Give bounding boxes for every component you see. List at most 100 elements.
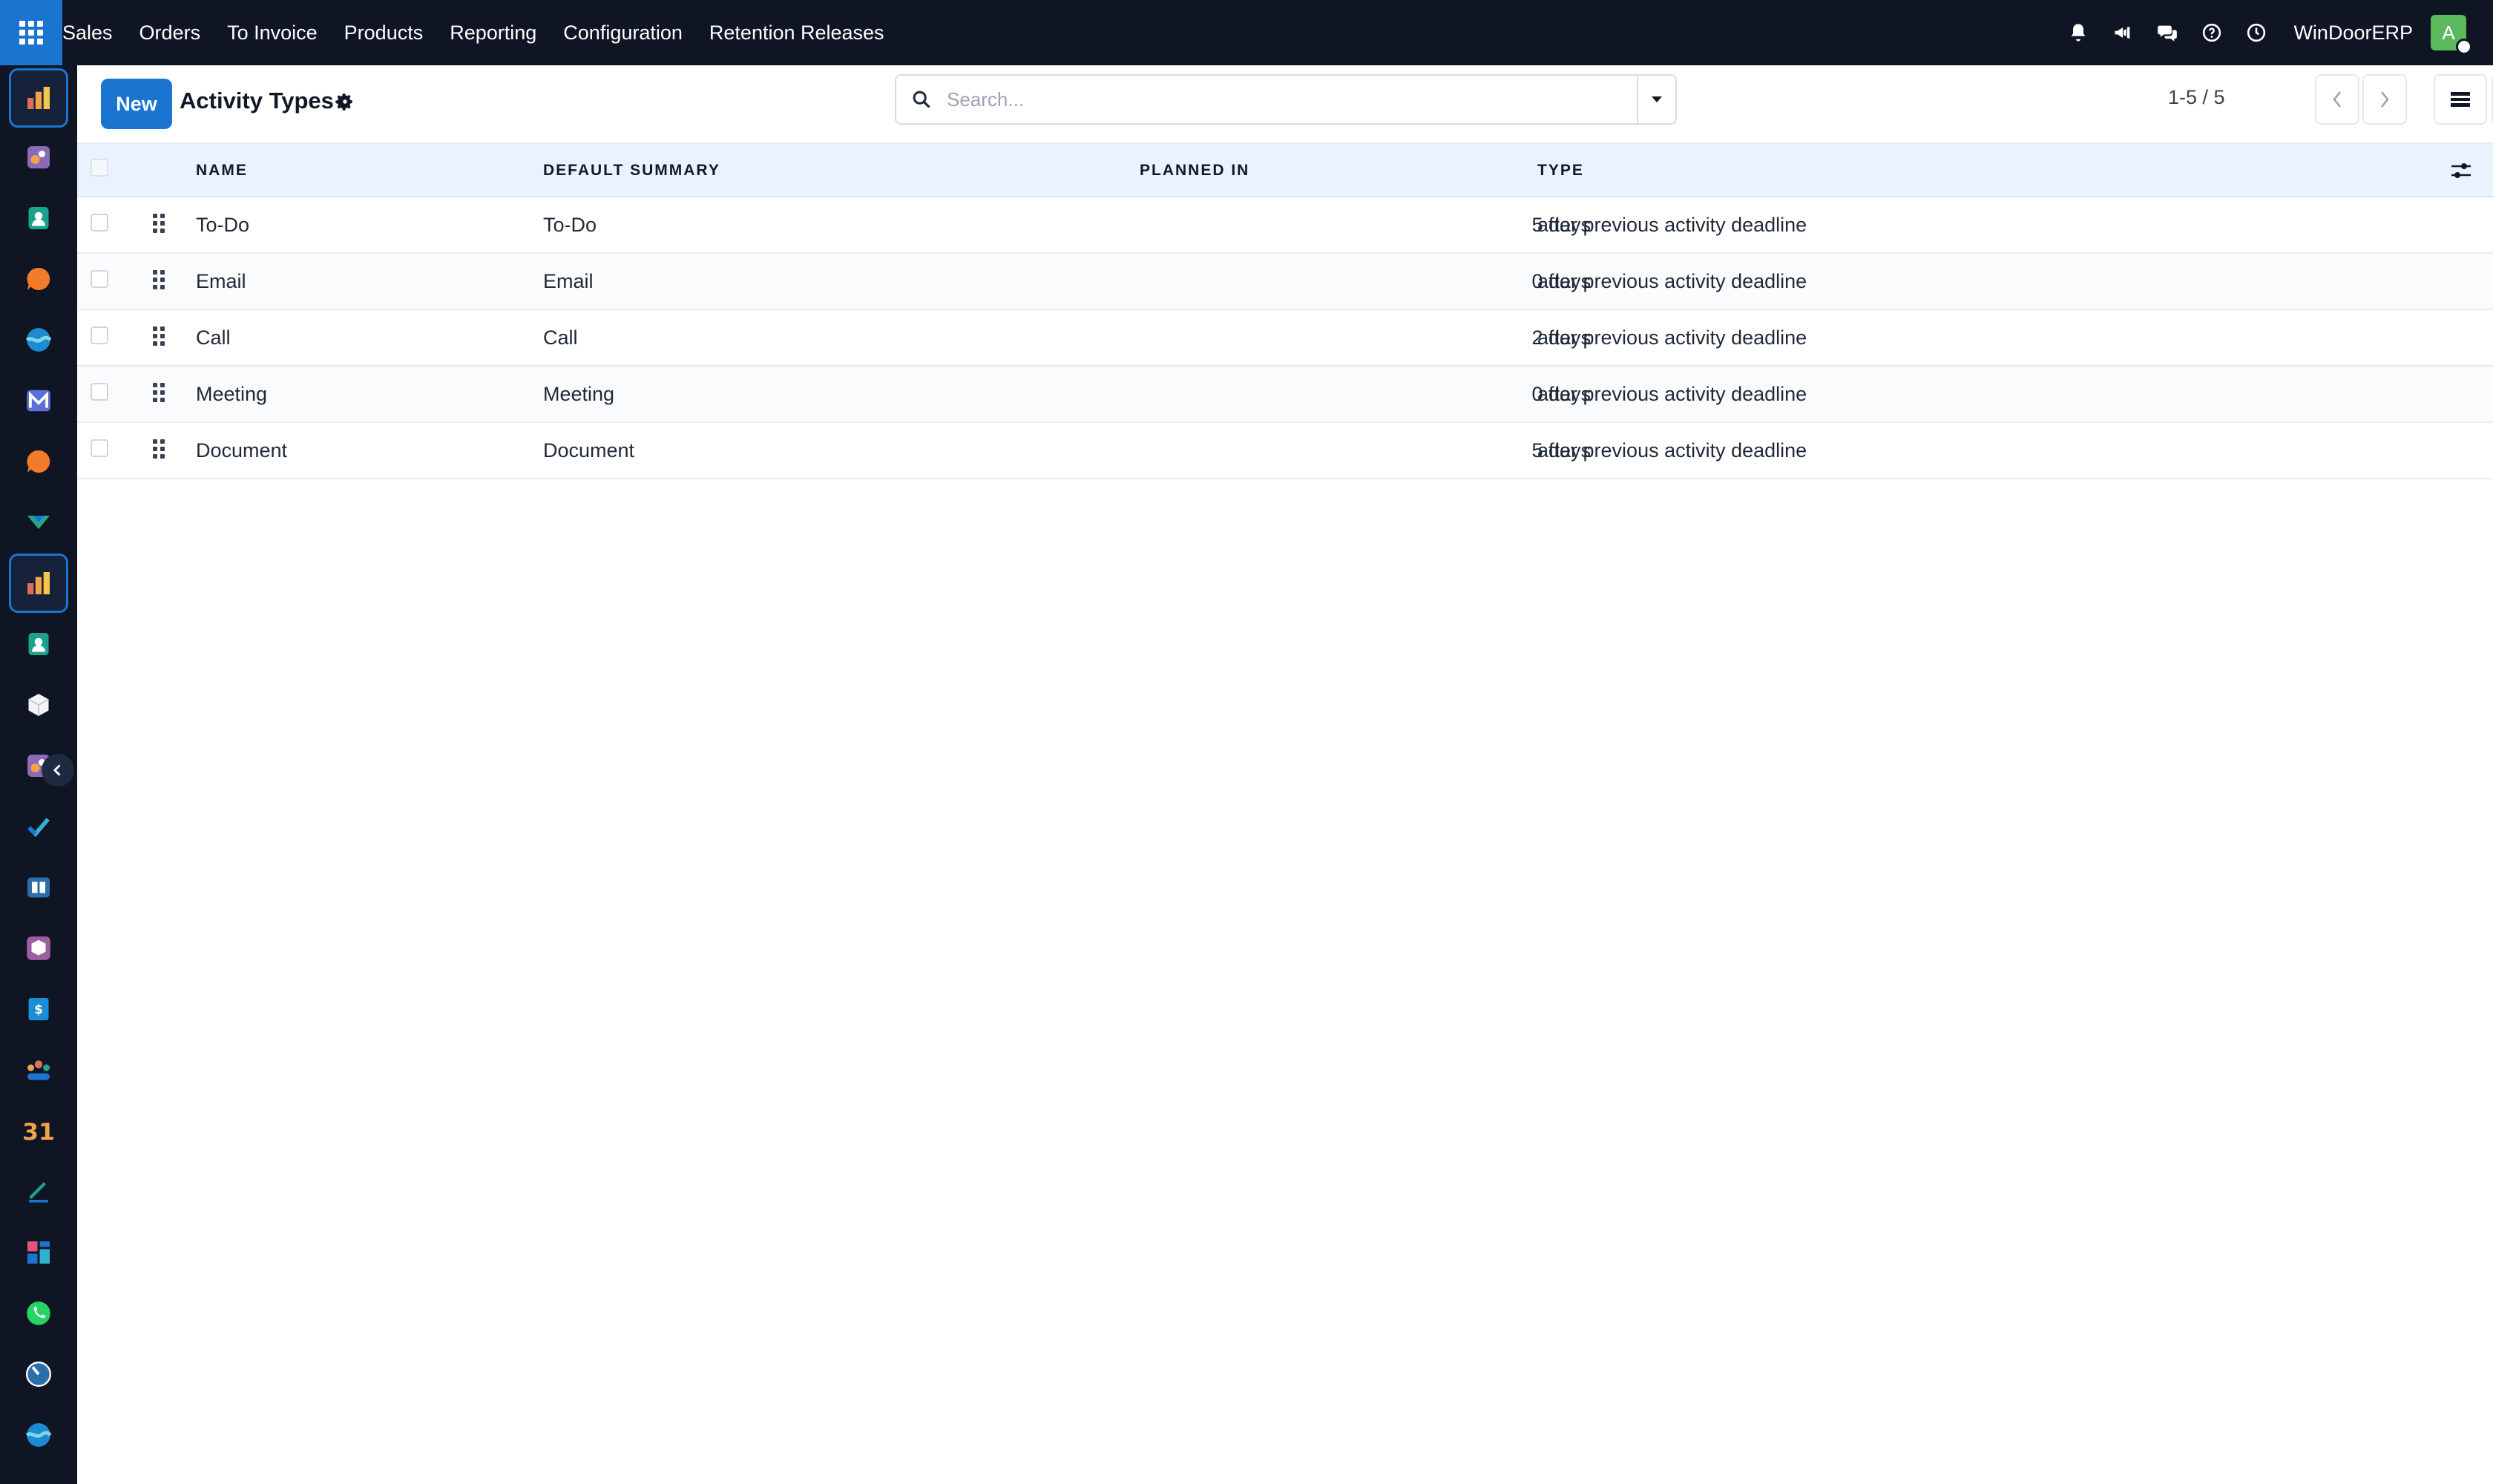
rail-timesheets-app[interactable] — [9, 1345, 68, 1404]
cell-type: after previous activity deadline — [1537, 270, 1807, 292]
cell-name: Meeting — [196, 383, 268, 405]
menu-orders[interactable]: Orders — [126, 0, 214, 65]
search-bar — [895, 74, 1677, 125]
list-view-button[interactable] — [2434, 74, 2487, 125]
cell-default-summary: Document — [543, 439, 635, 462]
select-all-checkbox[interactable] — [91, 159, 108, 177]
drag-handle-icon[interactable] — [153, 383, 165, 402]
website-icon — [25, 1423, 52, 1447]
menu-sales[interactable]: Sales — [62, 0, 126, 65]
discuss-icon — [27, 267, 50, 290]
cell-name: Email — [196, 270, 246, 292]
cell-type: after previous activity deadline — [1537, 326, 1807, 349]
cell-name: Document — [196, 439, 288, 462]
menu-products[interactable]: Products — [331, 0, 437, 65]
new-button[interactable]: New — [101, 79, 172, 129]
table-row[interactable]: Call Call 2 days after previous activity… — [77, 310, 2493, 367]
menu-configuration[interactable]: Configuration — [550, 0, 696, 65]
drag-handle-icon[interactable] — [153, 214, 165, 233]
gear-icon[interactable] — [335, 92, 355, 115]
column-header-type[interactable]: TYPE — [1537, 162, 1584, 180]
cell-default-summary: To-Do — [543, 214, 597, 236]
megaphone-icon[interactable] — [2106, 16, 2139, 49]
team-icon — [27, 1060, 50, 1080]
caret-down-icon — [1652, 96, 1662, 102]
rail-inventory-app[interactable] — [9, 675, 68, 735]
list-icon — [2451, 92, 2470, 107]
rail-email-marketing-app[interactable] — [9, 371, 68, 430]
rail-website-builder-app[interactable] — [9, 1405, 68, 1465]
cell-default-summary: Email — [543, 270, 594, 292]
cube-icon — [27, 694, 50, 716]
rail-team-app[interactable] — [9, 1040, 68, 1100]
bell-icon[interactable] — [2062, 16, 2095, 49]
rail-knowledge-app[interactable] — [9, 858, 68, 917]
row-checkbox[interactable] — [91, 383, 108, 401]
help-icon[interactable] — [2195, 16, 2228, 49]
app-rail: $ 31 — [0, 65, 77, 1484]
row-checkbox[interactable] — [91, 270, 108, 288]
drag-handle-icon[interactable] — [153, 270, 165, 289]
company-name[interactable]: WinDoorERP — [2293, 22, 2413, 45]
rail-dashboards-app[interactable] — [9, 1223, 68, 1282]
rail-project-app[interactable] — [9, 797, 68, 856]
rail-invoicing-app[interactable]: $ — [9, 979, 68, 1039]
rail-contacts-app[interactable] — [9, 188, 68, 248]
svg-text:31: 31 — [23, 1119, 54, 1145]
column-header-default-summary[interactable]: DEFAULT SUMMARY — [543, 162, 720, 180]
drag-handle-icon[interactable] — [153, 326, 165, 346]
table-row[interactable]: Email Email 0 days after previous activi… — [77, 254, 2493, 310]
column-header-planned-in[interactable]: PLANNED IN — [1140, 162, 1249, 180]
cell-default-summary: Call — [543, 326, 578, 349]
table-row[interactable]: Meeting Meeting 0 days after previous ac… — [77, 367, 2493, 423]
table-row[interactable]: To-Do To-Do 5 days after previous activi… — [77, 197, 2493, 254]
rail-inventory-box-app[interactable] — [9, 919, 68, 978]
cell-type: after previous activity deadline — [1537, 214, 1807, 236]
rail-website-app[interactable] — [9, 310, 68, 370]
cell-type: after previous activity deadline — [1537, 439, 1807, 462]
row-checkbox[interactable] — [91, 439, 108, 457]
rail-fleet-app[interactable] — [9, 493, 68, 552]
rail-discuss-app[interactable] — [9, 249, 68, 309]
rail-sign-app[interactable] — [9, 1162, 68, 1221]
menu-reporting[interactable]: Reporting — [436, 0, 550, 65]
rail-whatsapp-app[interactable] — [9, 1284, 68, 1343]
menu-to-invoice[interactable]: To Invoice — [214, 0, 331, 65]
rail-sales-app-active[interactable] — [9, 554, 68, 613]
cell-default-summary: Meeting — [543, 383, 615, 405]
pager-value[interactable]: 1-5 / 5 — [2168, 86, 2225, 109]
employees-icon — [28, 633, 49, 655]
fleet-icon — [27, 516, 50, 529]
rail-livechat-app[interactable] — [9, 432, 68, 491]
search-options-toggle[interactable] — [1637, 76, 1675, 123]
sales-icon — [27, 87, 50, 109]
top-navbar: Sales Orders To Invoice Products Reporti… — [0, 0, 2493, 65]
clock-icon[interactable] — [2240, 16, 2273, 49]
chat-icon[interactable] — [2151, 16, 2184, 49]
avatar[interactable]: A — [2431, 15, 2472, 55]
app-launcher-button[interactable] — [0, 0, 62, 65]
systray: WinDoorERP A — [2050, 0, 2493, 65]
column-header-name[interactable]: NAME — [196, 162, 248, 180]
checkmark-icon — [27, 818, 50, 838]
optional-columns-icon[interactable] — [2450, 160, 2472, 185]
drag-handle-icon[interactable] — [153, 439, 165, 459]
sales-icon — [27, 572, 50, 594]
email-marketing-icon — [27, 390, 50, 412]
row-checkbox[interactable] — [91, 214, 108, 232]
rail-calendar-app[interactable]: 31 — [9, 1101, 68, 1160]
rail-employees-app[interactable] — [9, 614, 68, 674]
rail-ai-app[interactable] — [9, 128, 68, 187]
ai-icon — [27, 146, 50, 168]
dashboard-icon — [27, 1241, 50, 1264]
pager-previous-button[interactable] — [2315, 74, 2359, 125]
row-checkbox[interactable] — [91, 326, 108, 344]
website-icon — [25, 328, 52, 352]
table-row[interactable]: Document Document 5 days after previous … — [77, 423, 2493, 479]
search-input[interactable] — [947, 77, 1637, 122]
pager-next-button[interactable] — [2362, 74, 2407, 125]
invoice-icon: $ — [28, 998, 49, 1020]
collapse-rail-button[interactable] — [42, 754, 74, 787]
rail-sales-app[interactable] — [9, 68, 68, 128]
menu-retention-releases[interactable]: Retention Releases — [696, 0, 898, 65]
